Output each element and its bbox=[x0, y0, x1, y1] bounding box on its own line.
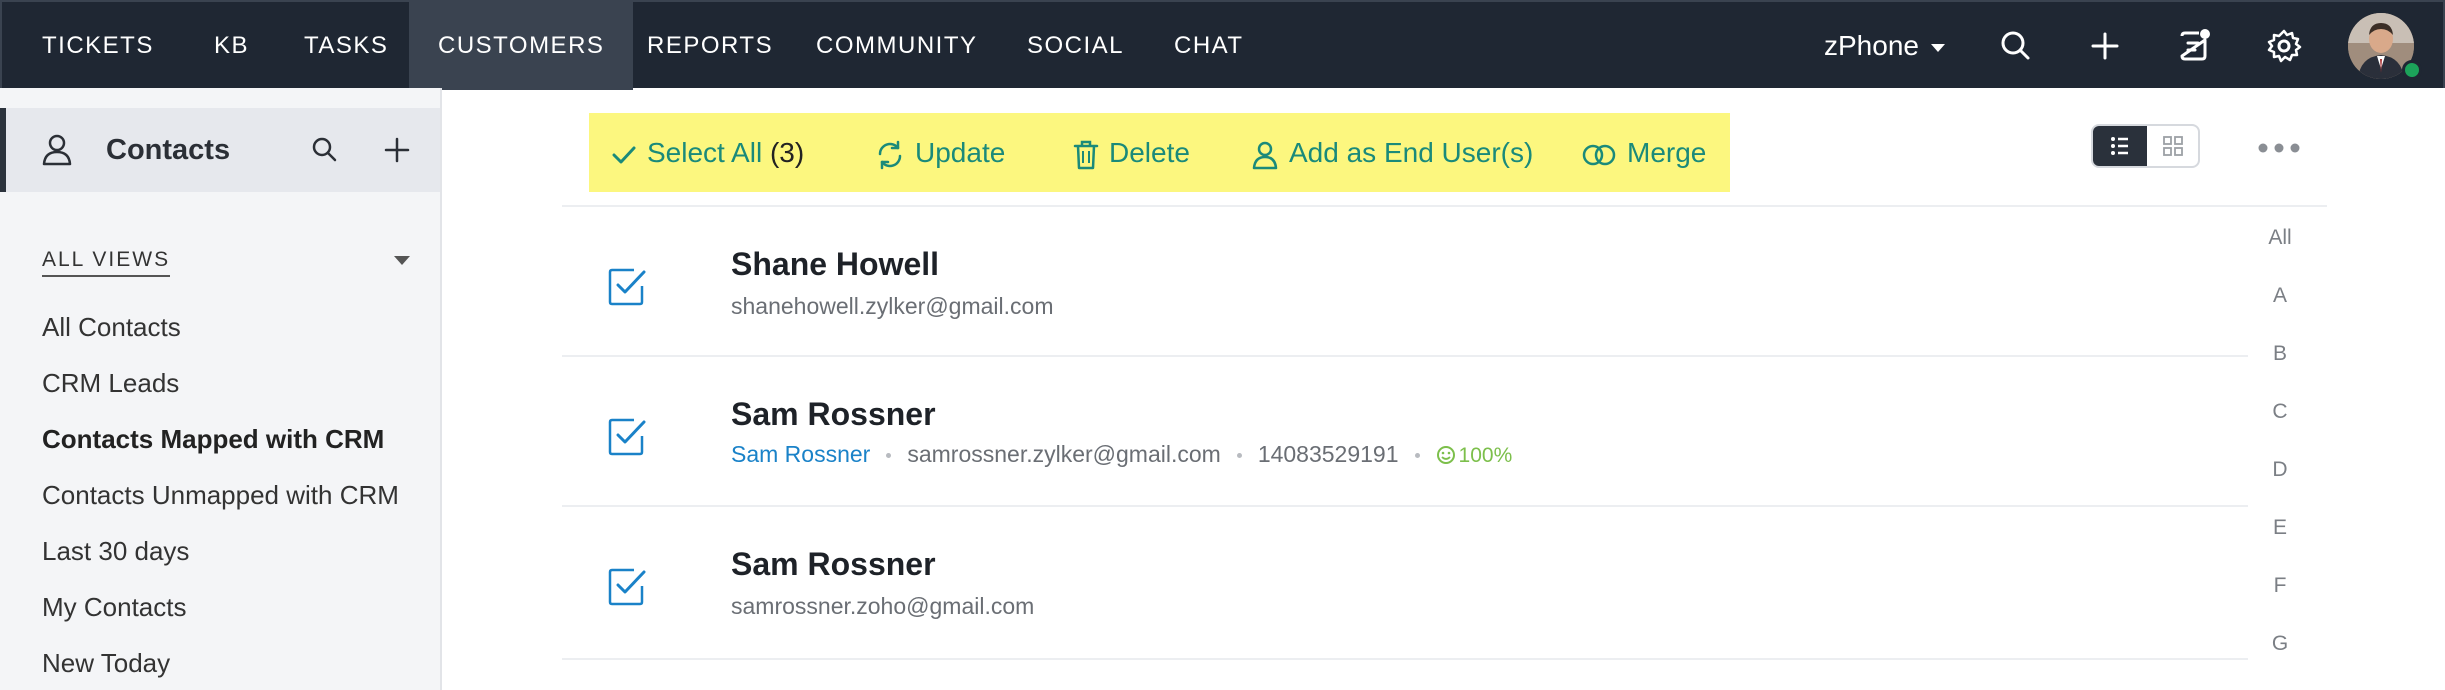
nav-customers[interactable]: CUSTOMERS bbox=[409, 2, 634, 90]
grid-view-icon bbox=[2163, 136, 2183, 156]
sidebar: Contacts ALL VIEWS All Contacts CRM Lead… bbox=[0, 88, 442, 690]
alpha-filter-f[interactable]: F bbox=[2248, 574, 2312, 598]
update-button[interactable]: Update bbox=[875, 113, 1005, 192]
gear-icon[interactable] bbox=[2264, 26, 2304, 66]
alpha-filter-c[interactable]: C bbox=[2248, 400, 2312, 424]
list-view-icon bbox=[2111, 137, 2128, 155]
add-contact-icon[interactable] bbox=[380, 133, 414, 167]
plus-icon[interactable] bbox=[2085, 26, 2125, 66]
contact-email: samrossner.zylker@gmail.com bbox=[907, 441, 1221, 467]
add-end-user-label: Add as End User(s) bbox=[1289, 137, 1534, 168]
online-status-dot bbox=[2402, 60, 2422, 80]
notes-icon[interactable] bbox=[2174, 26, 2214, 66]
view-crm-leads[interactable]: CRM Leads bbox=[42, 368, 179, 399]
department-switcher[interactable]: zPhone bbox=[1824, 2, 1945, 90]
sidebar-header: Contacts bbox=[0, 108, 440, 192]
check-icon bbox=[612, 146, 636, 164]
contact-row[interactable]: Sam Rossner samrossner.zoho@gmail.com bbox=[562, 506, 2248, 656]
divider bbox=[562, 658, 2248, 660]
contact-email: samrossner.zoho@gmail.com bbox=[731, 593, 1035, 619]
alpha-filter-e[interactable]: E bbox=[2248, 516, 2312, 540]
delete-button[interactable]: Delete bbox=[1073, 113, 1190, 192]
contact-account-link[interactable]: Sam Rossner bbox=[731, 441, 870, 467]
top-nav-bar: TICKETS KB TASKS CUSTOMERS REPORTS COMMU… bbox=[0, 0, 2445, 90]
update-label: Update bbox=[915, 137, 1006, 168]
merge-icon bbox=[1582, 144, 1616, 165]
view-all-contacts[interactable]: All Contacts bbox=[42, 312, 181, 343]
user-icon bbox=[1252, 141, 1278, 169]
alpha-filter-all[interactable]: All bbox=[2248, 226, 2312, 250]
select-all-button[interactable]: Select All (3) bbox=[611, 113, 804, 192]
checked-checkbox-icon[interactable] bbox=[606, 566, 648, 608]
view-last-30-days[interactable]: Last 30 days bbox=[42, 536, 189, 567]
select-all-label: Select All bbox=[647, 137, 763, 168]
view-my-contacts[interactable]: My Contacts bbox=[42, 592, 187, 623]
selected-count: (3) bbox=[769, 137, 805, 168]
separator-dot bbox=[1414, 453, 1420, 459]
contact-name[interactable]: Sam Rossner bbox=[731, 546, 936, 583]
view-new-today[interactable]: New Today bbox=[42, 648, 170, 679]
contact-details: Sam Rossner samrossner.zylker@gmail.com 14… bbox=[731, 441, 1512, 468]
happiness-value: 100% bbox=[1458, 444, 1513, 467]
checked-checkbox-icon[interactable] bbox=[606, 266, 648, 308]
chevron-down-icon bbox=[1930, 43, 1945, 52]
search-contacts-icon[interactable] bbox=[308, 133, 342, 167]
contact-email: shanehowell.zylker@gmail.com bbox=[731, 293, 1054, 319]
bulk-action-toolbar: Select All (3) Update Delete Add as End … bbox=[589, 113, 1730, 192]
smiley-icon bbox=[1436, 446, 1455, 464]
alpha-filter-b[interactable]: B bbox=[2248, 342, 2312, 366]
person-icon bbox=[42, 134, 72, 166]
nav-community[interactable]: COMMUNITY bbox=[816, 2, 977, 90]
refresh-icon bbox=[878, 140, 902, 169]
alpha-filter-d[interactable]: D bbox=[2248, 458, 2312, 482]
nav-chat[interactable]: CHAT bbox=[1174, 2, 1244, 90]
list-view-button[interactable] bbox=[2093, 126, 2147, 166]
nav-social[interactable]: SOCIAL bbox=[1027, 2, 1124, 90]
view-contacts-unmapped-crm[interactable]: Contacts Unmapped with CRM bbox=[42, 480, 399, 511]
contact-phone: 14083529191 bbox=[1257, 441, 1399, 467]
nav-tasks[interactable]: TASKS bbox=[304, 2, 388, 90]
grid-view-button[interactable] bbox=[2147, 126, 2198, 166]
all-views-dropdown[interactable]: ALL VIEWS bbox=[42, 248, 171, 277]
alpha-filter-a[interactable]: A bbox=[2248, 284, 2312, 308]
nav-reports[interactable]: REPORTS bbox=[647, 2, 773, 90]
happiness-rating: 100% bbox=[1436, 444, 1513, 467]
sidebar-title: Contacts bbox=[106, 134, 231, 166]
delete-label: Delete bbox=[1109, 137, 1190, 168]
merge-button[interactable]: Merge bbox=[1581, 113, 1706, 192]
more-options-icon[interactable] bbox=[2256, 136, 2302, 160]
view-toggle bbox=[2091, 124, 2200, 168]
contact-name[interactable]: Shane Howell bbox=[731, 246, 939, 283]
add-as-end-user-button[interactable]: Add as End User(s) bbox=[1251, 113, 1533, 192]
department-name: zPhone bbox=[1824, 30, 1919, 61]
search-icon[interactable] bbox=[1996, 26, 2036, 66]
chevron-down-icon[interactable] bbox=[394, 256, 410, 265]
separator-dot bbox=[1236, 453, 1242, 459]
trash-icon bbox=[1073, 140, 1099, 169]
contact-row[interactable]: Shane Howell shanehowell.zylker@gmail.co… bbox=[562, 206, 2248, 356]
merge-label: Merge bbox=[1627, 137, 1707, 168]
contact-name[interactable]: Sam Rossner bbox=[731, 396, 936, 433]
alpha-filter-g[interactable]: G bbox=[2248, 632, 2312, 656]
nav-kb[interactable]: KB bbox=[214, 2, 249, 90]
checked-checkbox-icon[interactable] bbox=[606, 416, 648, 458]
contact-row[interactable]: Sam Rossner Sam Rossner samrossner.zylker… bbox=[562, 356, 2248, 506]
nav-tickets[interactable]: TICKETS bbox=[42, 2, 154, 90]
separator-dot bbox=[886, 453, 892, 459]
view-contacts-mapped-crm[interactable]: Contacts Mapped with CRM bbox=[42, 424, 384, 455]
